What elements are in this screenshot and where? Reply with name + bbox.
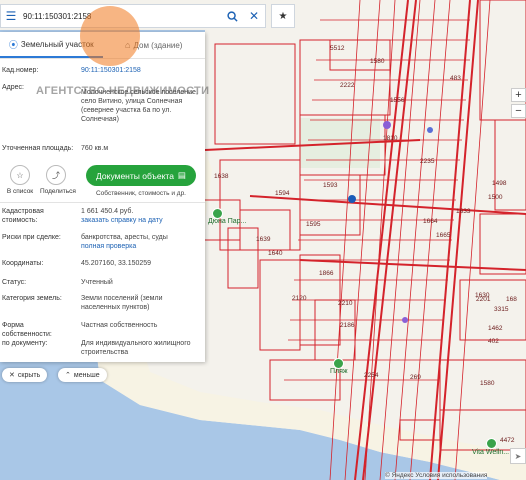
parcel-label: 168	[506, 296, 517, 303]
area-value: 760 кв.м	[81, 145, 109, 152]
full-check-link[interactable]: полная проверка	[81, 242, 201, 251]
parcel-label: 1462	[488, 325, 503, 332]
pill-label: скрыть	[17, 371, 41, 379]
map-attribution[interactable]: © Яндекс Условия использования	[385, 472, 488, 479]
star-icon: ☆	[10, 165, 30, 185]
parcel-label: 1664	[423, 218, 438, 225]
parcel-label: 1594	[275, 190, 290, 197]
object-documents-button[interactable]: Документы объекта ▤	[86, 165, 196, 186]
cadastral-number[interactable]: 90:11:150301:2158	[81, 66, 201, 75]
pill-label: меньше	[73, 371, 100, 379]
land-plot-icon: ⦿	[8, 39, 18, 50]
parcel-label: 1595	[306, 221, 321, 228]
minus-icon: −	[515, 105, 522, 117]
action-bar: ☆ В список ⤴ Поделиться Документы объект…	[0, 161, 205, 205]
share-icon: ⤴	[46, 165, 66, 185]
location-arrow-icon: ➤	[514, 451, 522, 461]
field-label: Уточненная площадь:	[2, 145, 74, 152]
parcel-label: 5512	[330, 45, 345, 52]
parcel-label: 1630	[475, 292, 490, 299]
category-value: Земли поселений (земли населенных пункто…	[81, 295, 163, 311]
parcel-label: 483	[450, 75, 461, 82]
parcel-label: 2210	[338, 300, 353, 307]
object-info-panel: ⦿ Земельный участок ⌂ Дом (здание) Кад.н…	[0, 32, 205, 362]
divider	[0, 202, 205, 203]
parcel-label: 2235	[420, 158, 435, 165]
parcel-label: 402	[488, 338, 499, 345]
action-label: Поделиться	[40, 188, 76, 195]
cost-value: 1 661 450.4 руб.	[81, 208, 134, 215]
tab-label: Дом (здание)	[133, 40, 183, 50]
parcel-label: 2186	[340, 322, 355, 329]
close-icon: ✕	[9, 372, 15, 379]
poi-marker[interactable]	[486, 438, 497, 449]
parcel-label: 4472	[500, 437, 515, 444]
docs-label: Документы объекта	[96, 170, 174, 181]
field-label: Координаты:	[2, 260, 44, 267]
parcel-label: 1580	[480, 380, 495, 387]
field-label: Статус:	[2, 279, 27, 286]
zoom-in-button[interactable]: +	[511, 88, 526, 102]
chevron-up-icon: ⌃	[65, 372, 71, 379]
action-label: В список	[6, 188, 34, 195]
parcel-label: 269	[410, 374, 421, 381]
risks-value: банкротства, аресты, суды	[81, 234, 168, 241]
field-label: по документу:	[2, 340, 48, 347]
document-icon: ▤	[177, 170, 186, 180]
parcel-label: 1633	[456, 208, 471, 215]
parcel-label: 1810	[383, 135, 398, 142]
poi-label[interactable]: Пляж	[330, 368, 348, 375]
zoom-out-button[interactable]: −	[511, 104, 526, 118]
parcel-label: 1665	[436, 232, 451, 239]
share-button[interactable]: ⤴ Поделиться	[40, 165, 76, 195]
poi-label[interactable]: Vita Welln...	[472, 449, 509, 456]
field-label: Кад.номер:	[2, 67, 39, 74]
coords-value: 45.207160, 33.150259	[81, 260, 152, 267]
parcel-label: 1639	[256, 236, 271, 243]
hide-panel-button[interactable]: ✕ скрыть	[2, 368, 48, 382]
parcel-label: 1580	[370, 58, 385, 65]
parcel-label: 1638	[214, 173, 229, 180]
search-icon[interactable]	[221, 5, 243, 27]
parcel-label: 1500	[488, 194, 503, 201]
order-certificate-link[interactable]: заказать справку на дату	[81, 216, 201, 225]
parcel-label: 1498	[492, 180, 507, 187]
agency-watermark: АГЕНТСТВО НЕДВИЖИМОСТИ	[36, 85, 210, 97]
star-icon: ★	[278, 10, 288, 22]
agency-logo	[80, 6, 140, 66]
parcel-label: 2254	[364, 372, 379, 379]
parcel-label: 2222	[340, 82, 355, 89]
add-to-list-button[interactable]: ☆ В список	[4, 165, 36, 195]
geolocation-button[interactable]: ➤	[510, 448, 526, 464]
use-value: Для индивидуального жилищного строительс…	[81, 340, 191, 356]
docs-subtitle: Собственник, стоимость и др.	[95, 190, 186, 197]
status-value: Учтенный	[81, 279, 113, 286]
plus-icon: +	[515, 89, 522, 101]
parcel-label: 1640	[268, 250, 283, 257]
parcel-label: 3315	[494, 306, 509, 313]
field-label: Форма собственности:	[2, 322, 52, 338]
menu-icon[interactable]: ☰	[1, 5, 21, 27]
ownership-value: Частная собственность	[81, 322, 158, 329]
field-label: Категория земель:	[2, 295, 62, 302]
close-icon[interactable]: ✕	[243, 5, 265, 27]
parcel-label: 1593	[323, 182, 338, 189]
parcel-label: 2120	[292, 295, 307, 302]
field-label: Риски при сделке:	[2, 234, 61, 241]
parcel-label: 1556	[390, 97, 405, 104]
field-label: Кадастровая стоимость:	[2, 208, 44, 224]
less-button[interactable]: ⌃ меньше	[58, 368, 107, 382]
poi-label[interactable]: Дюна Пар...	[208, 218, 246, 225]
favorites-button[interactable]: ★	[271, 4, 295, 28]
parcel-label: 1866	[319, 270, 334, 277]
